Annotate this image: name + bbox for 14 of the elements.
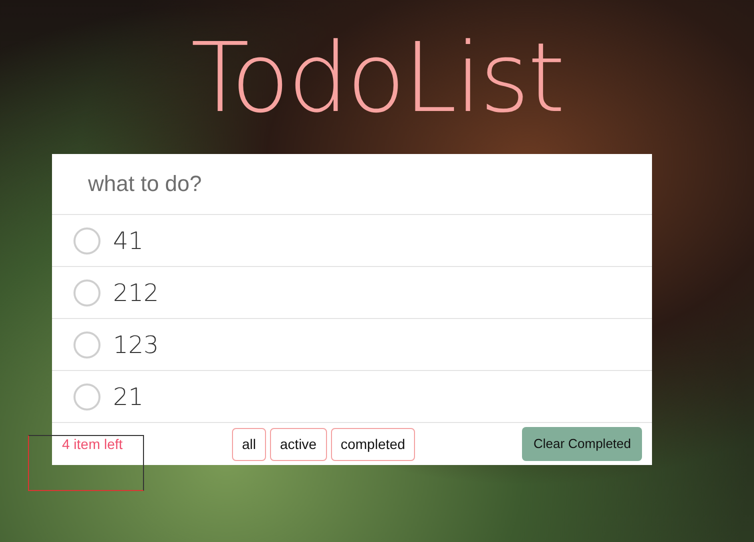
todo-text: 123	[113, 330, 159, 360]
todo-text: 212	[113, 278, 159, 308]
clear-completed-button[interactable]: Clear Completed	[522, 427, 642, 461]
items-left-count: 4 item left	[62, 434, 124, 454]
app-title: TodoList	[190, 21, 564, 126]
empty-circle-icon[interactable]	[73, 278, 101, 306]
filter-button[interactable]: completed	[330, 428, 416, 460]
filter-button[interactable]: all	[232, 428, 266, 460]
filter-button[interactable]: active	[270, 428, 327, 460]
todo-text: 41	[113, 226, 144, 256]
empty-circle-icon[interactable]	[73, 382, 101, 410]
empty-circle-icon[interactable]	[73, 330, 101, 358]
empty-circle-icon[interactable]	[73, 226, 101, 254]
todo-text: 21	[113, 382, 144, 412]
